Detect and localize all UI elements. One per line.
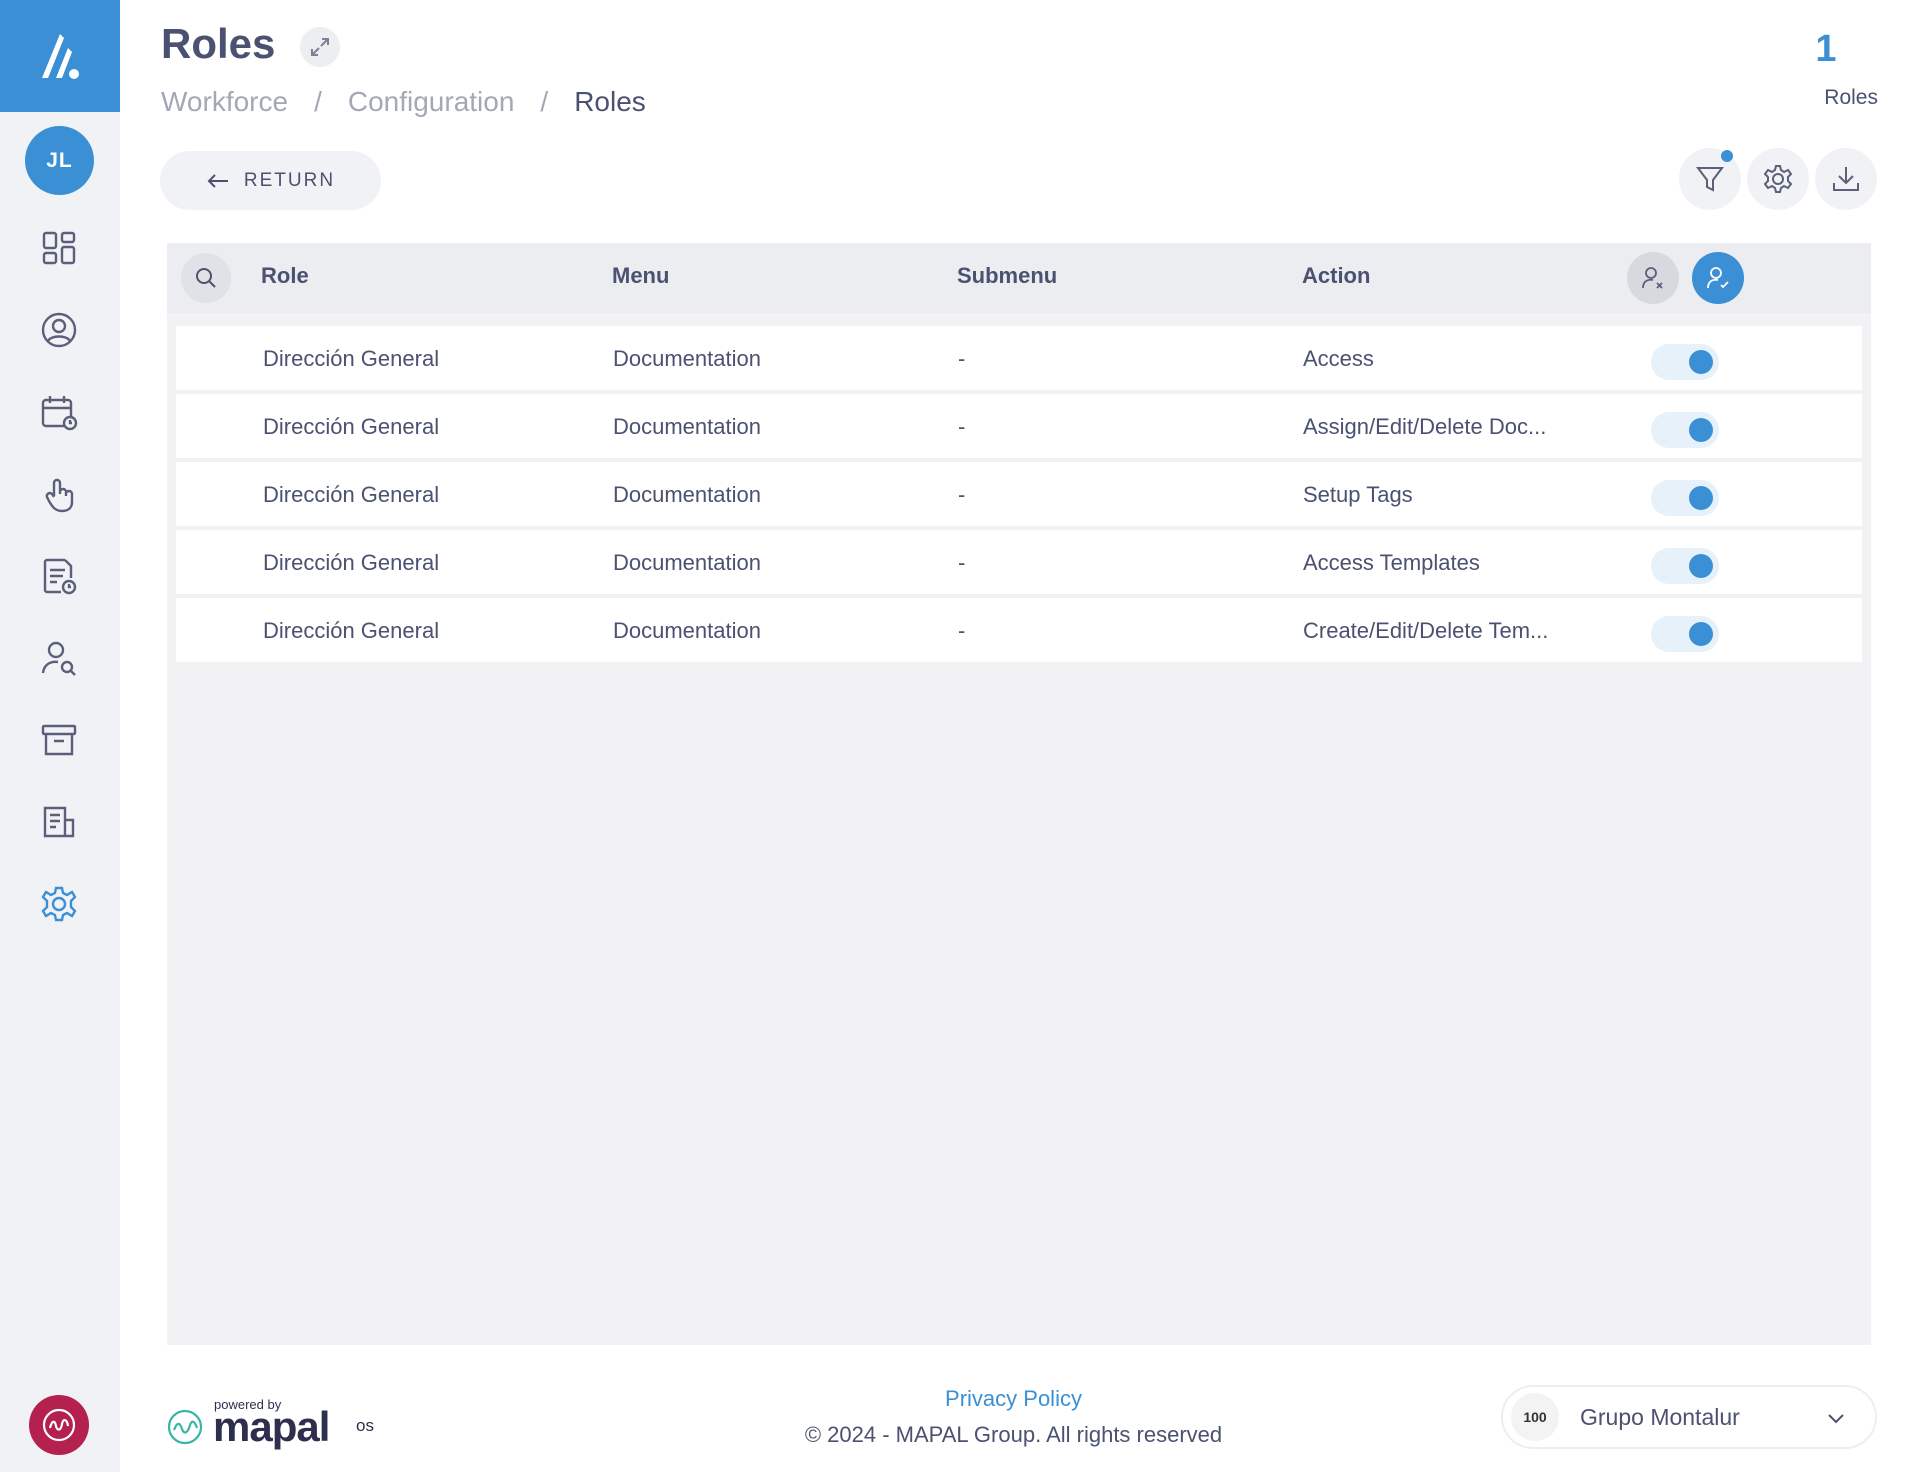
cell-submenu: -: [958, 414, 966, 439]
breadcrumb-separator: /: [314, 86, 322, 117]
roles-table: Role Menu Submenu Action Dirección Gener…: [167, 243, 1871, 1345]
filter-icon: [1696, 167, 1724, 192]
document-clock-icon[interactable]: [36, 553, 82, 599]
cell-submenu: -: [958, 346, 966, 371]
cell-role: Dirección General: [263, 346, 440, 371]
column-header-role[interactable]: Role: [261, 263, 309, 289]
toggle-knob: [1689, 622, 1713, 646]
app-logo[interactable]: [0, 0, 120, 112]
breadcrumb-separator: /: [540, 86, 549, 117]
user-circle-icon[interactable]: [36, 307, 82, 353]
hand-pointer-icon[interactable]: [36, 471, 82, 517]
expand-button[interactable]: [300, 27, 340, 67]
company-logo: 100: [1511, 1393, 1559, 1441]
filter-button[interactable]: [1679, 148, 1741, 210]
table-row[interactable]: Dirección General Documentation - Create…: [176, 598, 1862, 662]
cell-action: Assign/Edit/Delete Doc...: [1303, 414, 1547, 439]
cell-submenu: -: [958, 482, 966, 507]
breadcrumb: Workforce / Configuration / Roles: [161, 86, 646, 118]
cell-action: Setup Tags: [1303, 482, 1413, 507]
permission-toggle[interactable]: [1651, 412, 1719, 448]
breadcrumb-configuration[interactable]: Configuration: [348, 86, 515, 118]
chevron-down-icon: [1828, 1414, 1844, 1424]
table-row[interactable]: Dirección General Documentation - Access: [176, 326, 1862, 390]
table-row[interactable]: Dirección General Documentation - Setup …: [176, 462, 1862, 526]
settings-icon[interactable]: [36, 881, 82, 927]
table-header: Role Menu Submenu Action: [167, 243, 1871, 313]
cell-menu: Documentation: [613, 550, 761, 575]
table-row[interactable]: Dirección General Documentation - Access…: [176, 530, 1862, 594]
permission-toggle[interactable]: [1651, 344, 1719, 380]
return-button[interactable]: RETURN: [160, 151, 381, 210]
sidebar: JL: [0, 0, 120, 1472]
return-button-label: RETURN: [243, 169, 336, 191]
toggle-knob: [1689, 350, 1713, 374]
cell-action: Access Templates: [1303, 550, 1480, 575]
app-logo-icon: [42, 34, 79, 79]
cell-role: Dirección General: [263, 618, 440, 643]
download-button[interactable]: [1815, 148, 1877, 210]
company-selector[interactable]: 100 Grupo Montalur: [1501, 1385, 1877, 1449]
enable-all-button[interactable]: [1692, 252, 1744, 304]
user-remove-icon: [1642, 267, 1663, 289]
cell-action: Create/Edit/Delete Tem...: [1303, 618, 1549, 643]
cell-submenu: -: [958, 618, 966, 643]
toggle-knob: [1689, 554, 1713, 578]
cell-role: Dirección General: [263, 414, 440, 439]
expand-icon: [311, 38, 329, 56]
column-header-submenu[interactable]: Submenu: [957, 263, 1057, 289]
roles-count-label: Roles: [1824, 86, 1878, 109]
cell-submenu: -: [958, 550, 966, 575]
toggle-knob: [1689, 486, 1713, 510]
page-title: Roles: [161, 20, 276, 67]
search-icon: [196, 268, 216, 288]
table-search-button[interactable]: [181, 253, 231, 303]
cell-role: Dirección General: [263, 550, 440, 575]
download-icon: [1833, 167, 1859, 191]
report-icon[interactable]: [36, 799, 82, 845]
user-avatar[interactable]: JL: [25, 126, 94, 195]
cell-menu: Documentation: [613, 414, 761, 439]
arrow-left-icon: [207, 173, 228, 188]
column-header-menu[interactable]: Menu: [612, 263, 669, 289]
settings-button[interactable]: [1747, 148, 1809, 210]
cell-role: Dirección General: [263, 482, 440, 507]
roles-count: 1: [1815, 28, 1837, 70]
cell-action: Access: [1303, 346, 1374, 371]
permission-toggle[interactable]: [1651, 480, 1719, 516]
table-row[interactable]: Dirección General Documentation - Assign…: [176, 394, 1862, 458]
cell-menu: Documentation: [613, 346, 761, 371]
archive-box-icon[interactable]: [36, 717, 82, 763]
permission-toggle[interactable]: [1651, 548, 1719, 584]
cell-menu: Documentation: [613, 618, 761, 643]
breadcrumb-roles: Roles: [574, 86, 646, 117]
cell-menu: Documentation: [613, 482, 761, 507]
user-check-icon: [1707, 267, 1729, 289]
column-header-action[interactable]: Action: [1302, 263, 1370, 289]
disable-all-button[interactable]: [1627, 252, 1679, 304]
permission-toggle[interactable]: [1651, 616, 1719, 652]
calendar-clock-icon[interactable]: [36, 389, 82, 435]
toggle-knob: [1689, 418, 1713, 442]
gear-icon: [1763, 165, 1793, 193]
company-name: Grupo Montalur: [1580, 1404, 1740, 1430]
user-search-icon[interactable]: [36, 635, 82, 681]
filter-active-dot: [1721, 150, 1733, 162]
breadcrumb-workforce[interactable]: Workforce: [161, 86, 288, 118]
dashboard-icon[interactable]: [36, 225, 82, 271]
